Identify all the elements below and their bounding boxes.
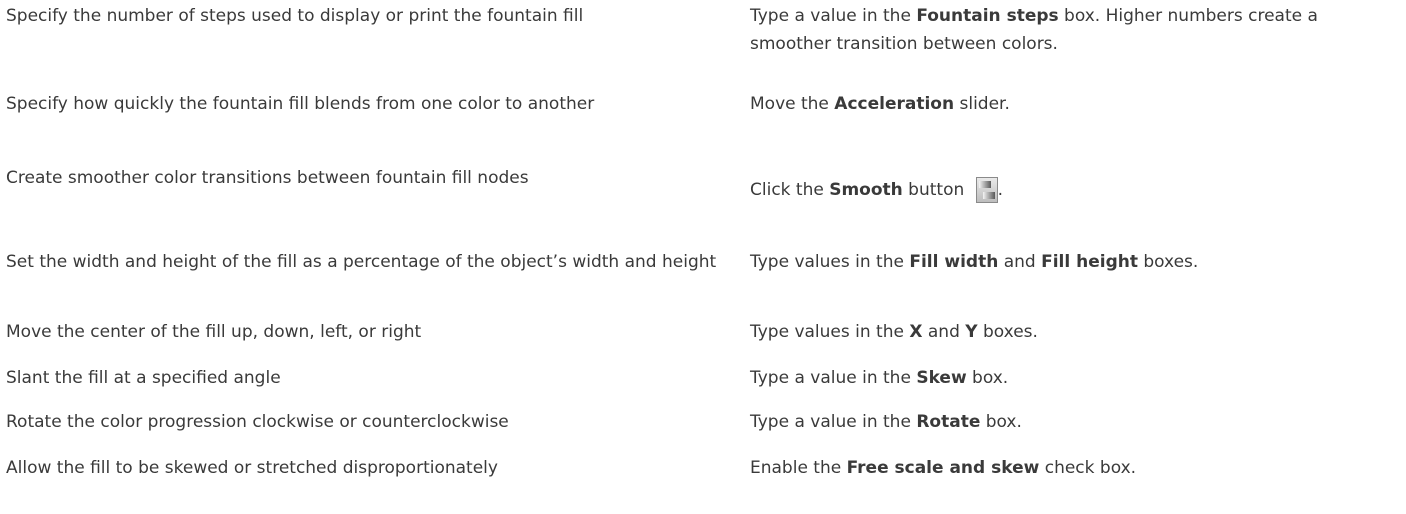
task-cell: Rotate the color progression clockwise o… — [6, 412, 509, 432]
action-text: boxes. — [1137, 252, 1199, 272]
action-text: button — [902, 180, 970, 200]
table-row: Rotate the color progression clockwise o… — [6, 408, 1400, 436]
action-text: Type a value in the — [750, 412, 917, 432]
action-text: Type values in the — [750, 322, 910, 342]
action-cell: Type values in the X and Y boxes. — [750, 318, 1400, 346]
action-cell: Click the Smooth button . — [750, 164, 1400, 204]
task-cell: Create smoother color transitions betwee… — [6, 168, 529, 188]
action-text: and — [998, 252, 1042, 272]
table-row: Set the width and height of the fill as … — [6, 248, 1400, 276]
action-text: Type a value in the — [750, 368, 917, 388]
smooth-button-icon — [975, 177, 998, 203]
action-text: Type a value in the — [750, 6, 917, 26]
table-row: Create smoother color transitions betwee… — [6, 164, 1400, 204]
action-text: Move the — [750, 94, 835, 114]
action-cell: Type a value in the Skew box. — [750, 364, 1400, 392]
action-cell: Type a value in the Rotate box. — [750, 408, 1400, 436]
table-row: Specify the number of steps used to disp… — [6, 2, 1400, 58]
ui-element-name: Rotate — [916, 412, 981, 432]
ui-element-name: Smooth — [829, 180, 903, 200]
action-cell: Type values in the Fill width and Fill h… — [750, 248, 1400, 276]
task-cell: Specify the number of steps used to disp… — [6, 6, 584, 26]
action-cell: Enable the Free scale and skew check box… — [750, 454, 1400, 482]
action-text: Enable the — [750, 458, 847, 478]
task-cell: Specify how quickly the fountain fill bl… — [6, 94, 595, 114]
action-cell: Type a value in the Fountain steps box. … — [750, 2, 1400, 58]
action-text: Click the — [750, 180, 830, 200]
task-cell: Set the width and height of the fill as … — [6, 252, 717, 272]
table-row: Slant the fill at a specified angle Type… — [6, 364, 1400, 392]
action-cell: Move the Acceleration slider. — [750, 90, 1400, 118]
table-row: Allow the fill to be skewed or stretched… — [6, 454, 1400, 482]
task-cell: Allow the fill to be skewed or stretched… — [6, 458, 498, 478]
action-text: Type values in the — [750, 252, 910, 272]
ui-element-name: Skew — [916, 368, 967, 388]
ui-element-name: Y — [965, 322, 978, 342]
table-row: Move the center of the fill up, down, le… — [6, 318, 1400, 346]
table-row: Specify how quickly the fountain fill bl… — [6, 90, 1400, 118]
ui-element-name: Fountain steps — [916, 6, 1059, 26]
ui-element-name: Fill width — [909, 252, 999, 272]
ui-element-name: X — [909, 322, 923, 342]
task-cell: Slant the fill at a specified angle — [6, 368, 281, 388]
action-text: box. — [980, 412, 1022, 432]
ui-element-name: Free scale and skew — [846, 458, 1040, 478]
action-text: boxes. — [977, 322, 1038, 342]
ui-element-name: Acceleration — [834, 94, 955, 114]
action-text: . — [997, 180, 1004, 200]
ui-element-name: Fill height — [1041, 252, 1138, 272]
task-cell: Move the center of the fill up, down, le… — [6, 322, 422, 342]
action-text: box. — [966, 368, 1009, 388]
action-text: check box. — [1039, 458, 1137, 478]
action-text: and — [922, 322, 966, 342]
action-text: slider. — [954, 94, 1010, 114]
